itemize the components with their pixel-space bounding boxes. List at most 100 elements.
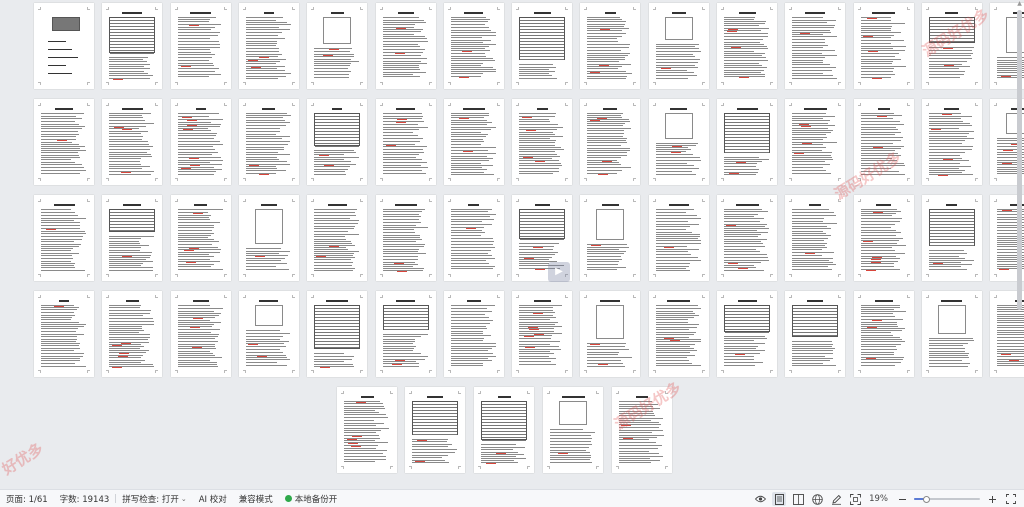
page-thumbnail[interactable]	[853, 291, 914, 377]
page-thumbnail[interactable]	[238, 3, 299, 89]
page-thumbnail[interactable]	[443, 3, 504, 89]
page-thumbnail[interactable]	[337, 387, 397, 473]
page-thumbnail[interactable]	[853, 3, 914, 89]
page-thumbnail[interactable]	[512, 3, 573, 89]
page-thumbnail[interactable]	[717, 195, 777, 281]
page-thumbnail[interactable]	[543, 387, 603, 473]
page-thumbnail[interactable]	[375, 291, 436, 377]
page-thumbnail[interactable]	[785, 195, 846, 281]
text-line	[792, 75, 834, 76]
page-thumbnail[interactable]	[238, 195, 299, 281]
page-thumbnail[interactable]	[375, 195, 436, 281]
text-line	[41, 326, 84, 327]
text-line	[177, 227, 214, 228]
page-thumbnail[interactable]	[307, 99, 368, 185]
page-thumbnail[interactable]	[34, 195, 94, 281]
compat-mode-indicator[interactable]: 兼容模式	[233, 490, 279, 507]
ai-proofread-button[interactable]: AI 校对	[193, 490, 233, 507]
page-thumbnail[interactable]	[580, 291, 641, 377]
page-thumbnail[interactable]	[238, 99, 299, 185]
text-line	[41, 328, 78, 329]
eye-icon[interactable]	[753, 492, 767, 506]
fit-page-icon[interactable]	[848, 492, 862, 506]
page-thumbnail[interactable]	[170, 291, 231, 377]
page-thumbnail[interactable]	[474, 387, 534, 473]
two-page-icon[interactable]	[791, 492, 805, 506]
word-count[interactable]: 字数: 19143	[54, 490, 116, 507]
page-thumbnail[interactable]	[921, 195, 982, 281]
page-thumbnail[interactable]	[102, 291, 163, 377]
page-thumbnail[interactable]	[34, 99, 94, 185]
page-thumbnail[interactable]	[648, 3, 709, 89]
page-thumbnail[interactable]	[512, 99, 573, 185]
spell-underline	[526, 130, 537, 131]
page-thumbnail[interactable]	[170, 99, 231, 185]
page-thumbnail[interactable]	[648, 291, 709, 377]
zoom-out-icon[interactable]	[895, 492, 909, 506]
page-thumbnail[interactable]	[307, 291, 368, 377]
zoom-slider-handle[interactable]	[922, 495, 930, 503]
edit-icon[interactable]	[829, 492, 843, 506]
page-thumbnail[interactable]	[580, 99, 641, 185]
text-line	[382, 241, 416, 242]
corner-mark	[242, 103, 246, 106]
page-thumbnail[interactable]	[921, 3, 982, 89]
page-thumbnail[interactable]	[34, 291, 94, 377]
vertical-scrollbar[interactable]	[1017, 10, 1022, 310]
text-line	[655, 240, 701, 241]
page-thumbnail[interactable]	[853, 195, 914, 281]
text-line	[928, 168, 959, 169]
page-thumbnail[interactable]	[238, 291, 299, 377]
page-thumbnail[interactable]	[307, 3, 368, 89]
local-backup-button[interactable]: 本地备份开	[279, 490, 344, 507]
scroll-up-icon[interactable]: ▲	[1016, 0, 1023, 7]
zoom-slider[interactable]	[914, 494, 980, 504]
page-thumbnail[interactable]	[375, 99, 436, 185]
fullscreen-icon[interactable]	[1004, 492, 1018, 506]
page-thumbnail[interactable]	[921, 99, 982, 185]
play-icon[interactable]: ▶	[548, 262, 570, 282]
page-thumbnail[interactable]	[102, 99, 163, 185]
page-thumbnail[interactable]	[717, 3, 777, 89]
zoom-in-icon[interactable]	[985, 492, 999, 506]
page-thumbnail[interactable]	[785, 99, 846, 185]
page-thumbnail[interactable]	[405, 387, 465, 473]
page-thumbnail[interactable]	[717, 99, 777, 185]
text-line	[382, 49, 425, 50]
zoom-level[interactable]: 19%	[869, 494, 888, 504]
page-thumbnail[interactable]	[307, 195, 368, 281]
page-thumbnail[interactable]	[785, 291, 846, 377]
page-thumbnail[interactable]	[34, 3, 94, 89]
page-thumbnail[interactable]	[717, 291, 777, 377]
page-thumbnail[interactable]	[612, 387, 672, 473]
text-line	[412, 452, 455, 453]
page-view-icon[interactable]	[772, 492, 787, 506]
text-line	[450, 250, 491, 251]
page-thumbnail[interactable]	[648, 99, 709, 185]
page-thumbnail[interactable]	[443, 195, 504, 281]
page-thumbnail[interactable]	[102, 195, 163, 281]
page-thumbnail[interactable]	[170, 195, 231, 281]
spell-check-toggle[interactable]: 拼写检查: 打开 ⌄	[116, 490, 192, 507]
page-thumbnail[interactable]	[170, 3, 231, 89]
corner-mark	[721, 274, 724, 277]
page-thumbnail[interactable]	[580, 195, 641, 281]
page-thumbnail[interactable]	[648, 195, 709, 281]
page-indicator[interactable]: 页面: 1/61	[0, 490, 54, 507]
page-thumbnail[interactable]	[443, 291, 504, 377]
text-line	[109, 270, 154, 271]
page-thumbnail[interactable]	[785, 3, 846, 89]
page-thumbnail[interactable]	[102, 3, 163, 89]
page-thumbnail[interactable]	[853, 99, 914, 185]
spell-underline	[396, 271, 407, 272]
page-thumbnail[interactable]	[375, 3, 436, 89]
web-layout-icon[interactable]	[810, 492, 824, 506]
text-line	[792, 139, 824, 140]
page-thumbnail[interactable]	[443, 99, 504, 185]
text-line	[550, 432, 595, 433]
page-thumbnail[interactable]	[921, 291, 982, 377]
text-line	[177, 225, 214, 226]
document-page-grid[interactable]: 源码好优多 源码好优多 源码好优多 好优多 ▶ ▲	[0, 0, 1024, 489]
page-thumbnail[interactable]	[512, 291, 573, 377]
page-thumbnail[interactable]	[580, 3, 641, 89]
